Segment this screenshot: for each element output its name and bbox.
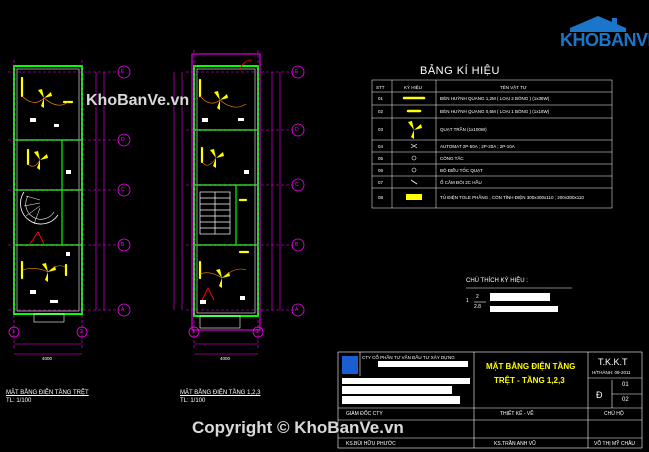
grid-label: D xyxy=(121,137,125,143)
fluorescent-lamp-icon xyxy=(20,76,74,280)
legend-row-no: 02 xyxy=(378,109,384,114)
drawing-code: T.K.K.T xyxy=(598,357,628,367)
company-name: CTY CỔ PHẦN TƯ VẤN ĐẦU TƯ XÂY DỰNG xyxy=(362,355,455,360)
watermark-bottom: Copyright © KhoBanVe.vn xyxy=(192,418,404,437)
legend-row-no: 05 xyxy=(378,156,384,161)
legend-row-no: 06 xyxy=(378,168,384,173)
cad-drawing-canvas: KHOBANVE KhoBanVe.vn Copyright © KhoBanV… xyxy=(0,0,649,452)
lead-name: VÕ THỊ MỸ CHÂU xyxy=(594,441,636,447)
company-logo-icon xyxy=(342,356,358,374)
legend-row-name: CÔNG TẮC xyxy=(440,156,464,161)
grid-label: E xyxy=(121,69,125,75)
legend-row-no: 04 xyxy=(378,144,384,149)
sheet-total: 02 xyxy=(622,397,629,403)
legend-row-name: ĐÈN HUỲNH QUANG 1,2M ( LOẠI 2 BÓNG ) (1x… xyxy=(440,96,550,101)
notes-title: CHÚ THÍCH KÝ HIỆU : xyxy=(466,278,528,284)
notes-symbol-left: 1 xyxy=(466,298,469,304)
lead-label: CHỦ HỘ xyxy=(604,411,624,417)
drawing-title-line-1: MẶT BẰNG ĐIỆN TẦNG xyxy=(486,362,576,371)
legend-row-name: QUẠT TRẦN (1x100W) xyxy=(440,127,487,132)
notes-symbol xyxy=(466,287,572,312)
legend-header-name: TÊN VẬT TƯ xyxy=(500,85,527,90)
legend-row-name: AUTOMAT 2P-50A ; 2P-20A ; 2P-10A xyxy=(440,144,515,149)
left-plan-dimension: 4000 xyxy=(42,356,53,361)
legend-row-no: 01 xyxy=(378,96,384,101)
left-plan-caption: MẶT BẰNG ĐIỆN TẦNG TRỆT xyxy=(6,390,89,396)
grid-label: 2 xyxy=(80,329,83,335)
legend-header-no: STT xyxy=(376,85,385,90)
legend-row-name: BỘ ĐIỀU TỐC QUẠT xyxy=(440,168,483,173)
ceiling-fan-icon xyxy=(34,89,56,282)
grid-label: D xyxy=(295,127,299,133)
grid-label: 2 xyxy=(256,329,259,335)
right-floor-plan xyxy=(173,50,305,355)
sheet-number: 01 xyxy=(622,382,629,388)
right-plan-caption: MẶT BẰNG ĐIỆN TẦNG 1,2,3 xyxy=(180,390,261,396)
legend-row-no: 03 xyxy=(378,127,384,132)
design-label: THIẾT KẾ - VẼ xyxy=(500,411,534,417)
sheet-letter: Đ xyxy=(596,390,603,400)
director-name: KS.BÙI HỮU PHƯỚC xyxy=(346,441,396,447)
grid-label: C xyxy=(121,187,125,193)
notes-symbol-bottom: 2.8 xyxy=(474,304,481,310)
drawing-date: H/THÀNH: 09-2011 xyxy=(592,370,631,375)
logo-text: KHOBANVE xyxy=(560,30,649,50)
left-plan-scale: TL: 1/100 xyxy=(6,398,32,404)
legend-row-name: ĐÈN HUỲNH QUANG 0,6M ( LOẠI 1 BÓNG ) (1x… xyxy=(440,109,550,114)
legend-row-no: 08 xyxy=(378,195,384,200)
legend-title: BẢNG KÍ HIỆU xyxy=(420,65,500,77)
watermark-top: KhoBanVe.vn xyxy=(86,92,190,109)
right-plan-dimension: 4000 xyxy=(220,356,231,361)
grid-label: A xyxy=(121,307,125,313)
grid-label: B xyxy=(121,242,125,248)
notes-symbol-top: 2 xyxy=(476,294,479,300)
grid-label: A xyxy=(295,307,299,313)
legend-row-name: TỦ ĐIỆN TOLE PHẲNG , CÓN TÍNH ĐIỆN 300x4… xyxy=(440,195,584,200)
grid-label: B xyxy=(295,242,299,248)
right-plan-scale: TL: 1/100 xyxy=(180,398,206,404)
grid-label: 1 xyxy=(192,329,195,335)
drawing-title-line-2: TRỆT - TẦNG 1,2,3 xyxy=(494,376,565,385)
grid-label: 1 xyxy=(12,329,15,335)
legend-header-symbol: KÝ HIỆU xyxy=(404,85,423,90)
grid-label: C xyxy=(295,182,299,188)
grid-label: E xyxy=(295,69,299,75)
design-name: KS.TRẦN ANH VŨ xyxy=(494,441,536,447)
legend-row-no: 07 xyxy=(378,180,384,185)
legend-symbols xyxy=(402,96,426,200)
director-label: GIÁM ĐỐC CTY xyxy=(346,411,383,417)
legend-row-name: Ổ CẮM ĐÔI 2C HẦU xyxy=(440,180,482,185)
